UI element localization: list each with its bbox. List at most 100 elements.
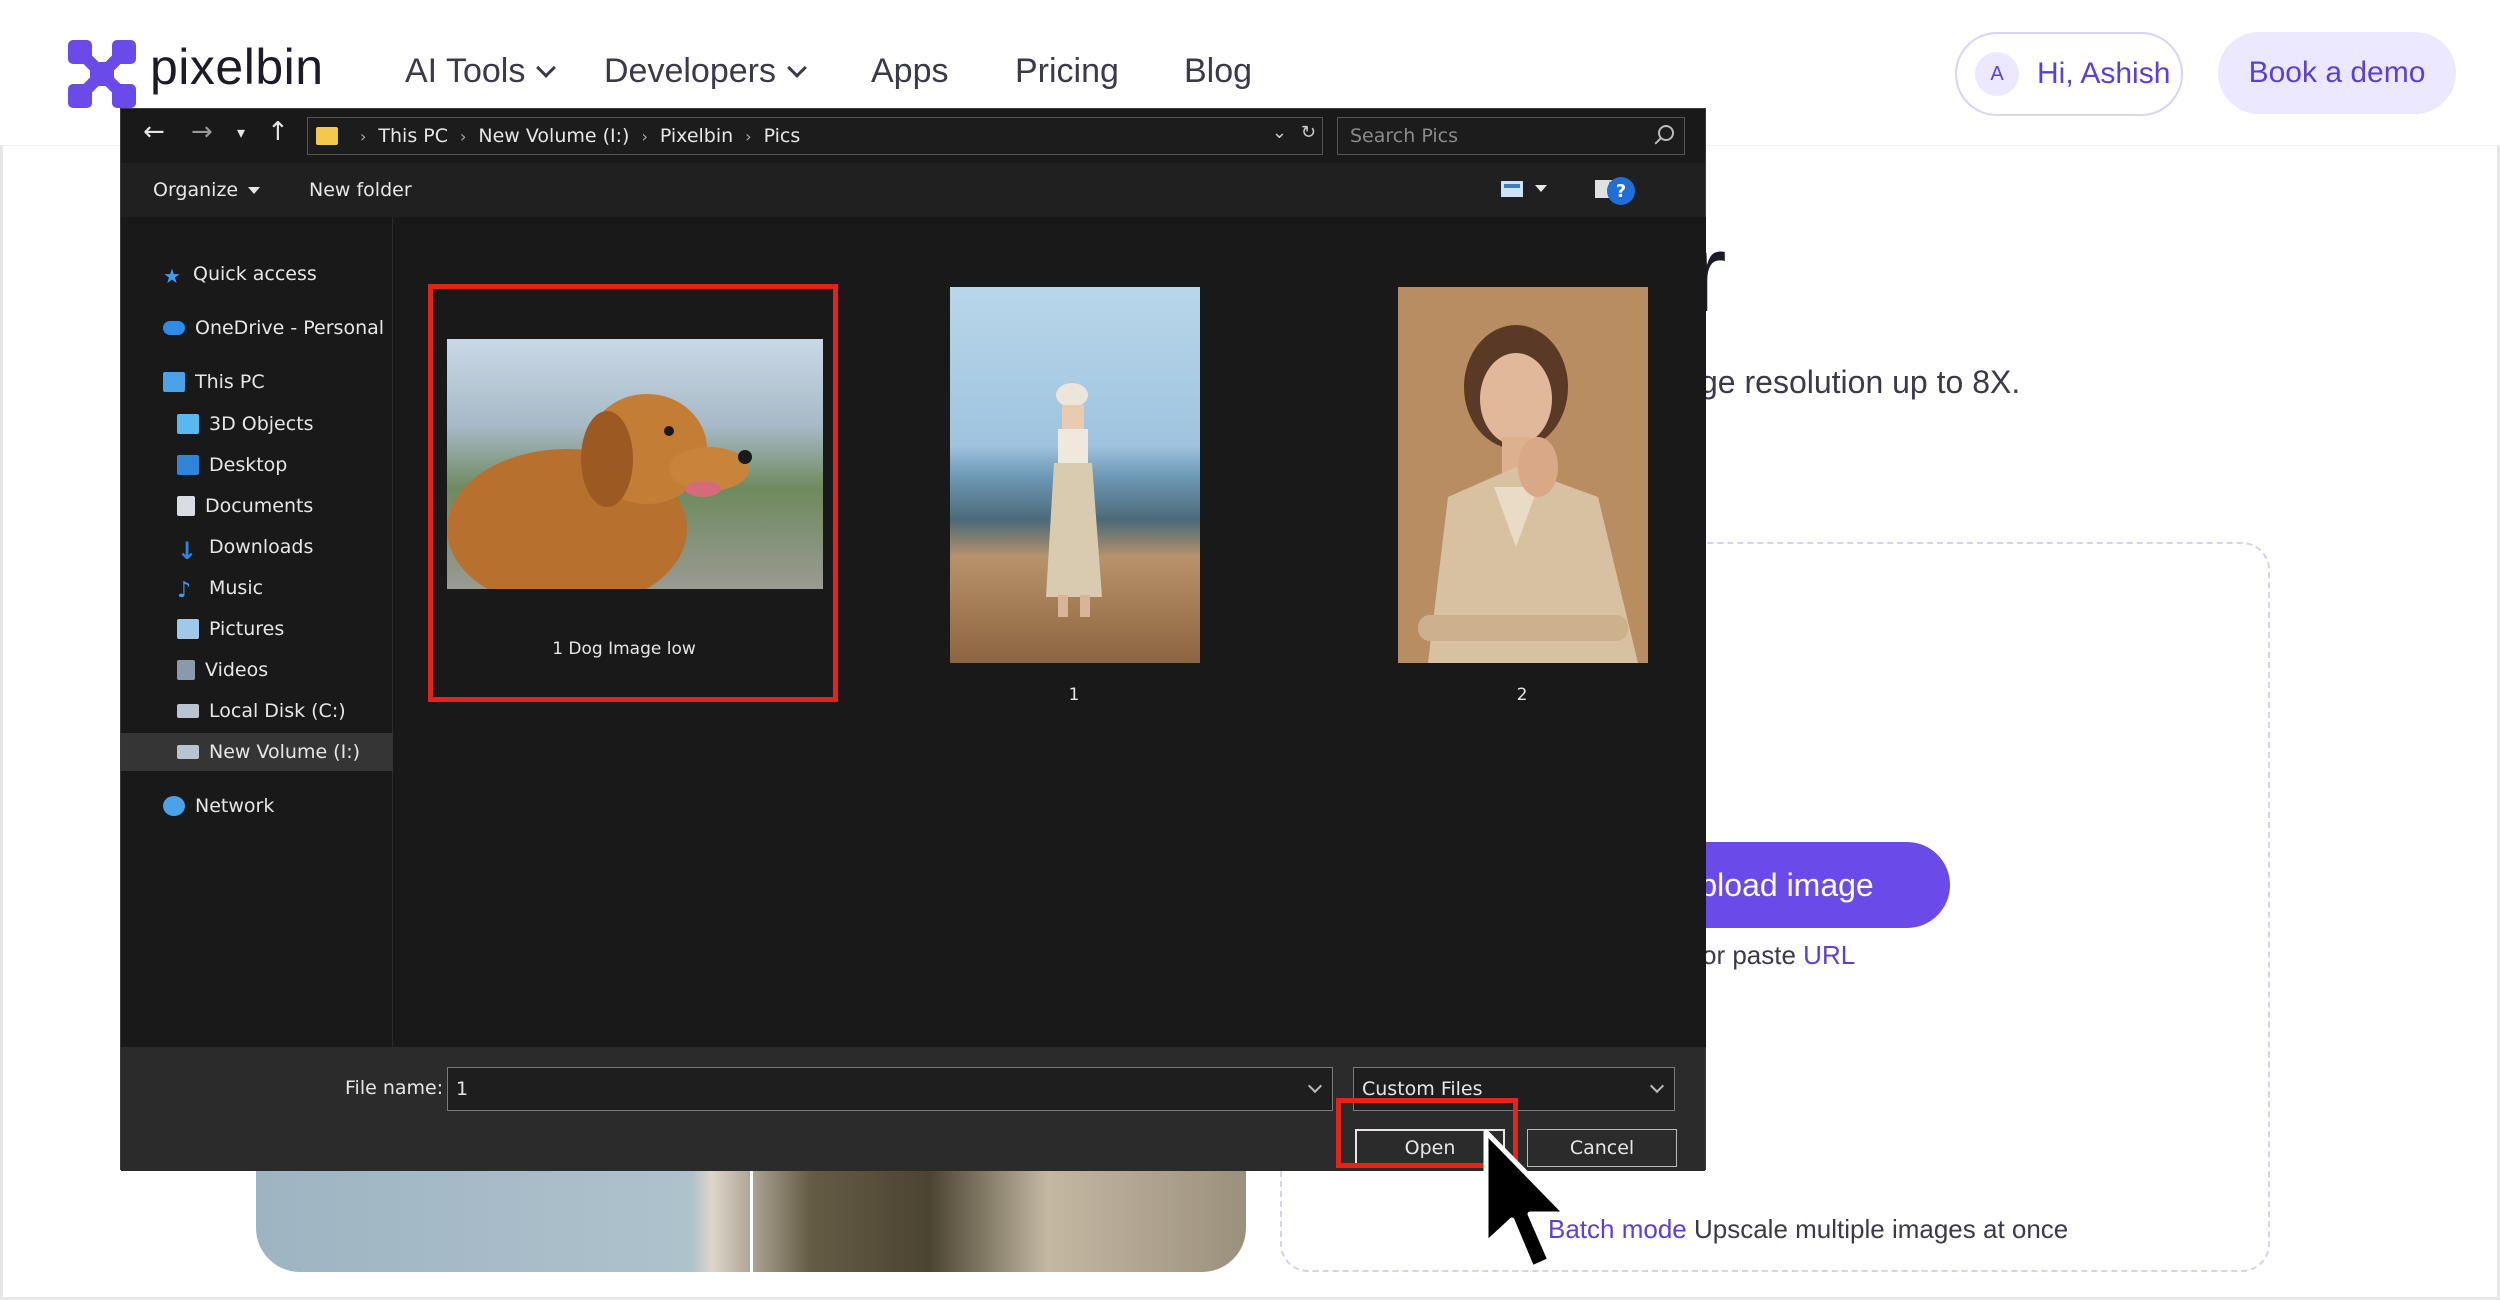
up-arrow-icon[interactable]: ↑ (267, 117, 289, 147)
batch-mode-line: Batch mode Upscale multiple images at on… (1548, 1214, 2068, 1245)
new-folder-button[interactable]: New folder (309, 179, 412, 201)
sidebar-item-desktop[interactable]: Desktop (121, 446, 393, 484)
sidebar-item-label: Desktop (209, 454, 288, 476)
paste-url-link[interactable]: URL (1803, 940, 1855, 970)
drive-icon (177, 745, 199, 759)
sidebar-item-new-volume[interactable]: New Volume (I:) (121, 733, 393, 771)
nav-developers-label: Developers (604, 52, 776, 90)
help-icon[interactable]: ? (1607, 177, 1635, 205)
more-options-icon[interactable] (1535, 185, 1547, 192)
nav-pricing[interactable]: Pricing (1015, 52, 1119, 91)
comparison-slider-handle[interactable] (750, 1168, 753, 1272)
picture-icon (177, 619, 199, 639)
sidebar-item-label: Music (209, 577, 264, 599)
breadcrumb-separator-icon: › (641, 126, 648, 146)
sidebar-item-label: 3D Objects (209, 413, 314, 435)
sidebar-item-label: OneDrive - Personal (195, 317, 385, 339)
chevron-down-icon (787, 57, 807, 78)
desktop-icon (177, 455, 199, 475)
caret-down-icon (248, 186, 261, 194)
change-view-icon[interactable] (1501, 179, 1525, 199)
recent-locations-chevron-icon[interactable]: ▾ (237, 123, 245, 142)
organize-button[interactable]: Organize (153, 179, 261, 201)
breadcrumb-pixelbin[interactable]: Pixelbin (660, 125, 733, 147)
file-name-input[interactable]: 1 (447, 1067, 1333, 1111)
hero-subtitle: ge resolution up to 8X. (1700, 364, 2021, 400)
computer-icon (163, 372, 185, 392)
file-open-dialog: ← → ▾ ↑ › This PC › New Volume (I:) › Pi… (120, 108, 1706, 1171)
sidebar-item-label: Local Disk (C:) (209, 700, 346, 722)
organize-label: Organize (153, 179, 239, 201)
sidebar-item-quick-access[interactable]: ★ Quick access (121, 255, 393, 293)
address-controls: ⌄ ↻ (1272, 122, 1316, 143)
file-name-label: 1 (1068, 685, 1080, 705)
sidebar-item-3d-objects[interactable]: 3D Objects (121, 405, 393, 443)
sidebar-item-network[interactable]: Network (121, 787, 393, 825)
breadcrumb-new-volume[interactable]: New Volume (I:) (478, 125, 629, 147)
avatar: A (1975, 52, 2019, 96)
file-name-label: 2 (1516, 685, 1528, 705)
sidebar-item-label: Quick access (193, 263, 317, 285)
forward-arrow-icon[interactable]: → (191, 117, 213, 147)
sidebar-item-label: Pictures (209, 618, 285, 640)
dialog-toolbar: Organize New folder (121, 163, 1705, 217)
search-placeholder: Search Pics (1350, 125, 1458, 147)
sidebar-item-downloads[interactable]: ↓ Downloads (121, 528, 393, 566)
logo-text[interactable]: pixelbin (150, 38, 324, 96)
download-arrow-icon: ↓ (177, 537, 198, 565)
sidebar-item-onedrive[interactable]: OneDrive - Personal (121, 309, 393, 347)
film-icon (177, 660, 195, 680)
sidebar-item-label: This PC (195, 371, 265, 393)
sidebar-item-label: Network (195, 795, 275, 817)
music-note-icon: ♪ (177, 578, 192, 603)
pixelbin-logo-icon[interactable] (68, 40, 136, 108)
search-input[interactable]: Search Pics (1337, 117, 1685, 155)
chevron-down-icon[interactable] (1307, 1078, 1323, 1094)
file-tile-2[interactable]: 2 (1362, 287, 1662, 707)
breadcrumb-separator-icon: › (360, 126, 367, 146)
refresh-icon[interactable]: ↻ (1301, 122, 1316, 143)
breadcrumb-separator-icon: › (745, 126, 752, 146)
star-icon: ★ (163, 264, 181, 288)
nav-blog[interactable]: Blog (1184, 52, 1252, 91)
sidebar-item-local-disk[interactable]: Local Disk (C:) (121, 692, 393, 730)
nav-developers[interactable]: Developers (604, 52, 807, 91)
breadcrumb-this-pc[interactable]: This PC (378, 125, 448, 147)
book-demo-button[interactable]: Book a demo (2218, 32, 2456, 114)
highlight-box-dog-image (428, 284, 838, 702)
chevron-down-icon (536, 57, 557, 78)
nav-apps[interactable]: Apps (871, 52, 949, 91)
sidebar-item-videos[interactable]: Videos (121, 651, 393, 689)
sidebar-item-label: Downloads (209, 536, 314, 558)
network-icon (163, 796, 185, 816)
file-tile-1[interactable]: 1 (914, 287, 1214, 707)
nav-ai-tools-label: AI Tools (405, 52, 526, 90)
search-icon (1658, 125, 1674, 141)
mouse-cursor-icon (1483, 1129, 1569, 1271)
cloud-icon (163, 321, 185, 335)
sidebar-item-documents[interactable]: Documents (121, 487, 393, 525)
drive-icon (177, 704, 199, 718)
sidebar-item-this-pc[interactable]: This PC (121, 363, 393, 401)
sidebar-item-label: New Volume (I:) (209, 741, 361, 763)
sidebar-item-label: Documents (205, 495, 314, 517)
cube-icon (177, 414, 199, 434)
batch-mode-description: Upscale multiple images at once (1686, 1214, 2069, 1244)
breadcrumb-pics[interactable]: Pics (764, 125, 801, 147)
nav-ai-tools[interactable]: AI Tools (405, 52, 557, 91)
sidebar-item-label: Videos (205, 659, 269, 681)
user-menu-button[interactable]: A Hi, Ashish (1955, 32, 2183, 116)
sidebar-item-pictures[interactable]: Pictures (121, 610, 393, 648)
address-dropdown-icon[interactable]: ⌄ (1272, 122, 1287, 143)
file-thumbnail (950, 287, 1200, 663)
back-arrow-icon[interactable]: ← (143, 117, 165, 147)
address-row: ← → ▾ ↑ › This PC › New Volume (I:) › Pi… (121, 109, 1705, 163)
sidebar-item-music[interactable]: ♪ Music (121, 569, 393, 607)
paste-url-line: or paste URL (1702, 940, 1855, 971)
address-bar[interactable]: › This PC › New Volume (I:) › Pixelbin ›… (307, 117, 1323, 155)
file-name-field-label: File name: (345, 1077, 444, 1099)
navigation-pane: ★ Quick access OneDrive - Personal This … (121, 217, 393, 1047)
user-greeting: Hi, Ashish (2037, 57, 2171, 90)
file-thumbnail (1398, 287, 1648, 663)
folder-icon (316, 127, 338, 145)
